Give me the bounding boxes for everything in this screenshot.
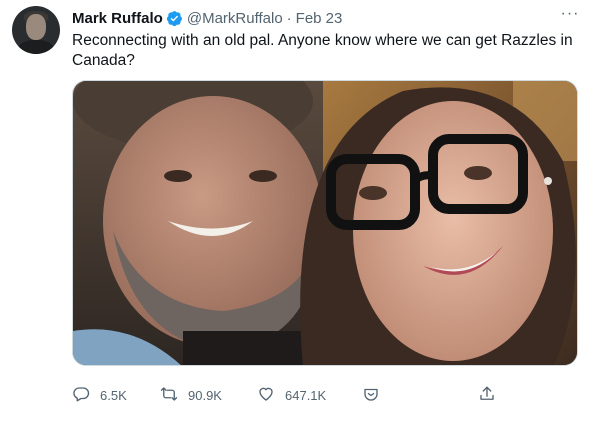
share-button[interactable] bbox=[478, 383, 496, 407]
tip-icon bbox=[362, 385, 380, 406]
verified-badge-icon bbox=[166, 10, 183, 27]
like-icon bbox=[257, 385, 275, 406]
tweet-date[interactable]: Feb 23 bbox=[296, 10, 343, 27]
meta-separator: · bbox=[286, 9, 292, 27]
like-button[interactable]: 647.1K bbox=[257, 383, 326, 407]
tweet-header: Mark Ruffalo @MarkRuffalo · Feb 23 bbox=[72, 8, 342, 28]
reply-button[interactable]: 6.5K bbox=[72, 383, 127, 407]
like-count: 647.1K bbox=[285, 387, 327, 403]
retweet-icon bbox=[160, 385, 178, 406]
more-icon[interactable]: ··· bbox=[560, 6, 580, 24]
retweet-button[interactable]: 90.9K bbox=[160, 383, 222, 407]
tip-button[interactable] bbox=[362, 383, 380, 407]
tweet-actions: 6.5K 90.9K 647.1K bbox=[72, 383, 512, 407]
author-avatar[interactable] bbox=[12, 6, 60, 54]
reply-count: 6.5K bbox=[100, 387, 127, 403]
tweet-text: Reconnecting with an old pal. Anyone kno… bbox=[72, 32, 573, 69]
retweet-count: 90.9K bbox=[188, 387, 222, 403]
tweet: Mark Ruffalo @MarkRuffalo · Feb 23 ··· R… bbox=[0, 0, 598, 422]
reply-icon bbox=[72, 385, 90, 406]
author-name[interactable]: Mark Ruffalo bbox=[72, 10, 163, 27]
author-handle[interactable]: @MarkRuffalo bbox=[187, 10, 283, 27]
share-icon bbox=[478, 385, 496, 406]
tweet-photo[interactable] bbox=[72, 80, 578, 366]
